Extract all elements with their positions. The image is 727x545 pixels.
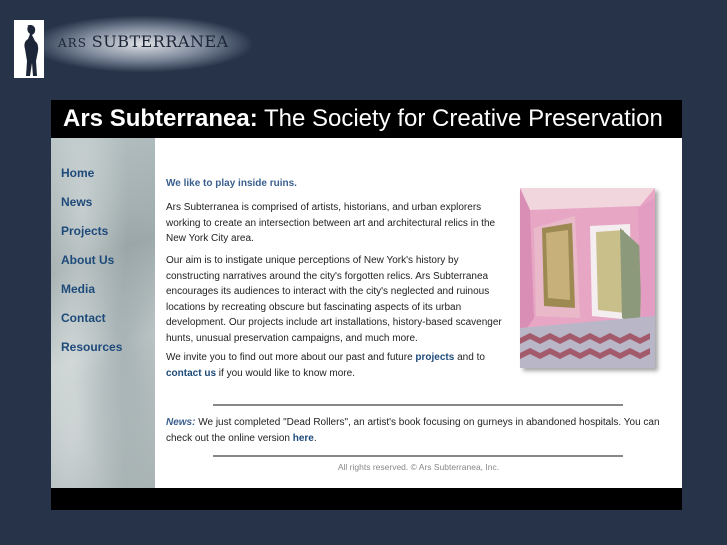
nav-item-resources[interactable]: Resources — [61, 340, 122, 369]
invite-text-a: We invite you to find out more about our… — [166, 352, 416, 363]
nav-item-projects[interactable]: Projects — [61, 224, 122, 253]
sidebar: Home News Projects About Us Media Contac… — [51, 138, 155, 488]
logo-text-subterranea: SUBTERRANEA — [91, 32, 229, 51]
explorer-figure-icon — [14, 20, 44, 78]
news-text: We just completed "Dead Rollers", an art… — [166, 417, 660, 444]
nav-item-media[interactable]: Media — [61, 282, 122, 311]
invite-paragraph: We invite you to find out more about our… — [166, 350, 503, 381]
nav-item-contact[interactable]: Contact — [61, 311, 122, 340]
copyright-footer: All rights reserved. © Ars Subterranea, … — [337, 462, 500, 472]
site-logo[interactable]: ARS SUBTERRANEA — [10, 12, 252, 82]
contact-us-link[interactable]: contact us — [166, 368, 216, 379]
main-frame: Ars Subterranea: The Society for Creativ… — [51, 100, 682, 510]
title-rest: The Society for Creative Preservation — [257, 105, 663, 132]
logo-wordmark: ARS SUBTERRANEA — [58, 32, 229, 51]
projects-link[interactable]: projects — [415, 352, 454, 363]
news-paragraph: News: We just completed "Dead Rollers", … — [166, 415, 666, 446]
news-here-link[interactable]: here — [293, 433, 314, 444]
intro-heading: We like to play inside ruins. — [166, 178, 297, 189]
ruin-room-image — [520, 188, 655, 368]
title-bold: Ars Subterranea: — [63, 105, 258, 132]
main-content: We like to play inside ruins. Ars Subter… — [155, 138, 682, 488]
nav-item-home[interactable]: Home — [61, 166, 122, 195]
nav-item-about-us[interactable]: About Us — [61, 253, 122, 282]
sidebar-nav: Home News Projects About Us Media Contac… — [61, 166, 122, 369]
divider-top — [213, 404, 623, 406]
intro-paragraph: Ars Subterranea is comprised of artists,… — [166, 202, 496, 244]
news-label: News: — [166, 417, 196, 428]
divider-bottom — [213, 455, 623, 457]
logo-text-ars: ARS — [58, 36, 87, 50]
page-title: Ars Subterranea: The Society for Creativ… — [51, 100, 682, 138]
nav-item-news[interactable]: News — [61, 195, 122, 224]
invite-text-b: and to — [454, 352, 485, 363]
aim-paragraph: Our aim is to instigate unique perceptio… — [166, 255, 502, 344]
ruin-room-photo — [520, 188, 655, 368]
news-end: . — [313, 432, 317, 444]
invite-text-c: if you would like to know more. — [216, 367, 355, 379]
